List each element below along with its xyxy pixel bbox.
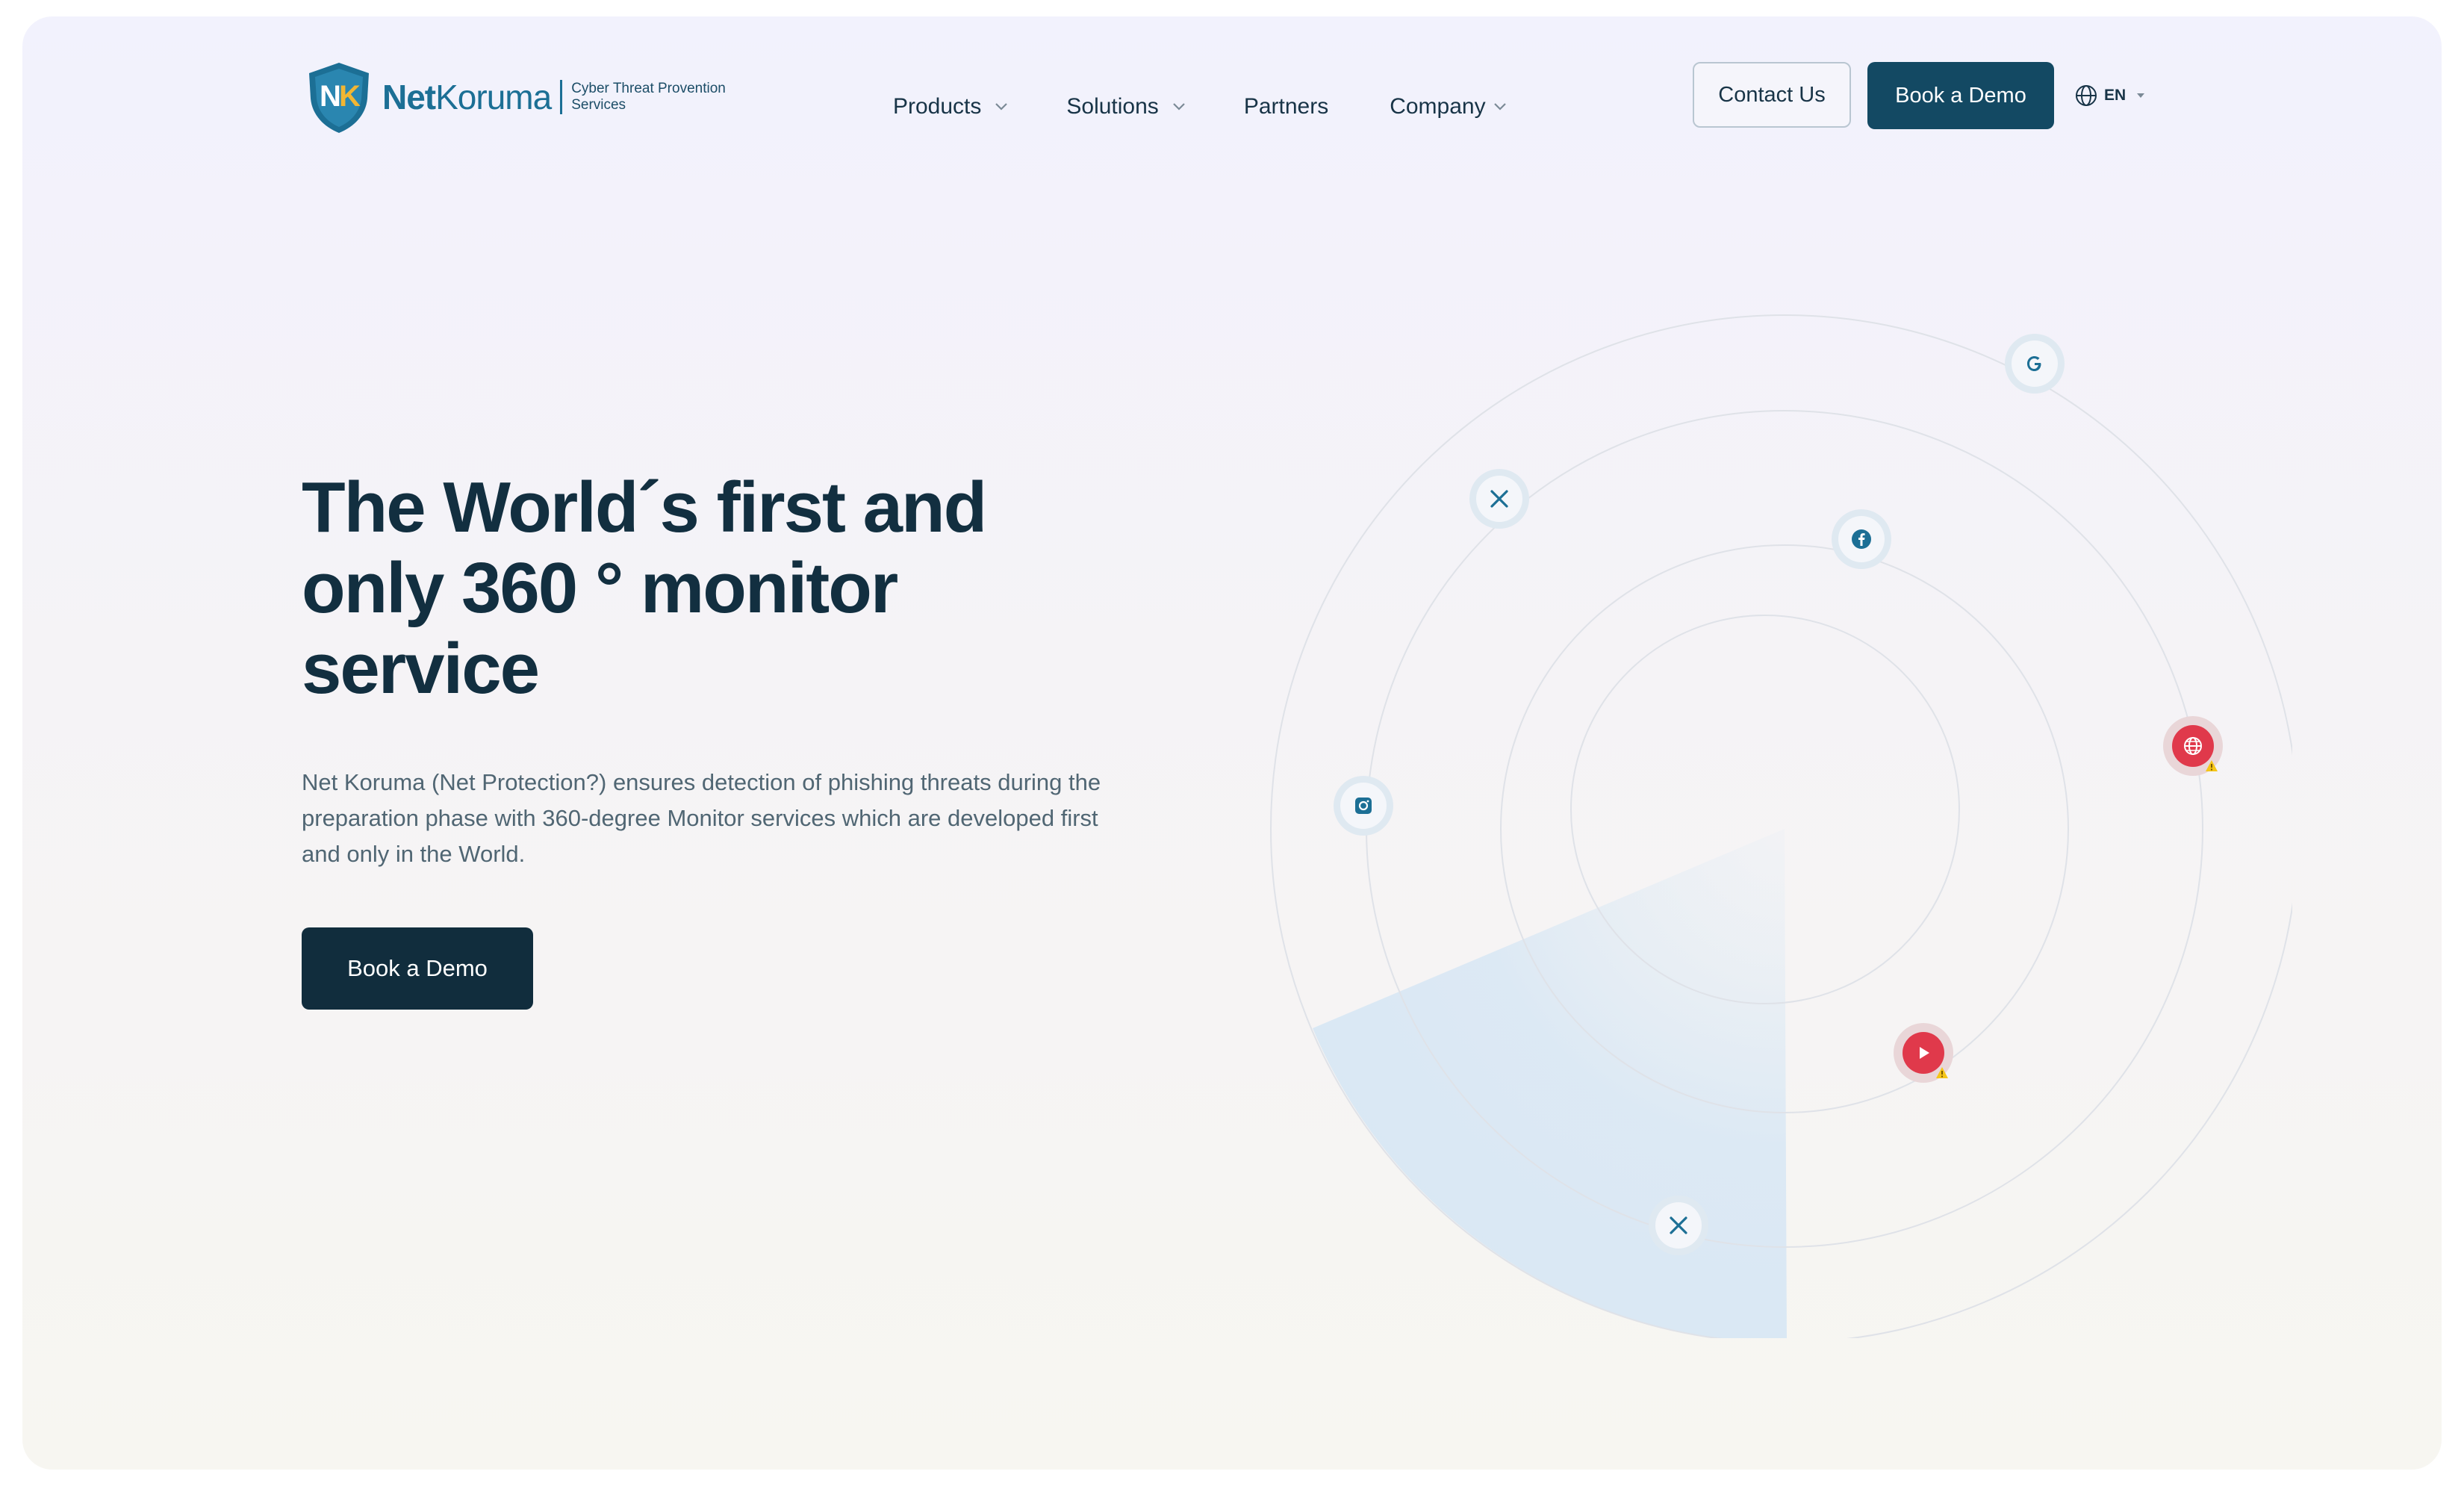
instagram-icon[interactable] [1334, 776, 1393, 836]
x-twitter-icon[interactable] [1649, 1196, 1708, 1255]
x-twitter-icon[interactable] [1469, 469, 1529, 529]
language-code: EN [2104, 87, 2127, 104]
site-header: N K NetKoruma Cyber Threat Provention Se… [22, 16, 2442, 173]
tagline-line-1: Cyber Threat Provention [571, 81, 726, 96]
nav-item-solutions[interactable]: Solutions [1066, 94, 1185, 119]
nav-item-label: Solutions [1066, 94, 1159, 119]
chevron-down-icon [1173, 103, 1185, 111]
nav-item-label: Partners [1243, 94, 1329, 119]
brand-logo[interactable]: N K NetKoruma Cyber Threat Provention Se… [305, 60, 726, 134]
chevron-down-icon [995, 103, 1008, 111]
brand-divider [560, 80, 563, 114]
warning-icon [1936, 1067, 1948, 1078]
radar-monitor-graphic [1217, 263, 2292, 1338]
svg-text:K: K [339, 80, 361, 113]
caret-down-icon [2137, 93, 2145, 98]
facebook-icon[interactable] [1832, 509, 1891, 569]
radar-sweep [1313, 829, 1787, 1338]
svg-text:N: N [320, 80, 341, 113]
nav-item-label: Products [893, 94, 982, 119]
nav-item-partners[interactable]: Partners [1244, 94, 1328, 119]
globe-icon [2076, 85, 2097, 106]
tagline-line-2: Services [571, 97, 626, 113]
nav-item-company[interactable]: Company [1390, 94, 1506, 119]
book-demo-hero-button[interactable]: Book a Demo [302, 927, 533, 1010]
nav-item-products[interactable]: Products [893, 94, 1008, 119]
page-frame: N K NetKoruma Cyber Threat Provention Se… [22, 16, 2442, 1470]
google-icon[interactable] [2005, 334, 2065, 394]
hero-description: Net Koruma (Net Protection?) ensures det… [302, 769, 1101, 867]
main-nav: Products Solutions Partners Company [893, 94, 1565, 119]
warning-icon [2206, 760, 2218, 771]
language-selector[interactable]: EN [2074, 84, 2145, 108]
youtube-play-icon[interactable] [1894, 1023, 1953, 1083]
brand-name-primary: Net [382, 78, 436, 116]
contact-us-button[interactable]: Contact Us [1693, 62, 1851, 128]
brand-name: NetKoruma [382, 78, 552, 116]
chevron-down-icon [1493, 103, 1506, 111]
brand-name-secondary: Koruma [435, 78, 552, 116]
book-demo-header-button[interactable]: Book a Demo [1867, 62, 2054, 129]
shield-logo-icon: N K [309, 63, 369, 133]
brand-tagline: Cyber Threat Provention Services [571, 81, 726, 114]
nav-item-label: Company [1390, 94, 1486, 119]
globe-web-icon[interactable] [2163, 716, 2223, 776]
hero-title: The World´s first and only 360 ° monitor… [302, 467, 987, 709]
